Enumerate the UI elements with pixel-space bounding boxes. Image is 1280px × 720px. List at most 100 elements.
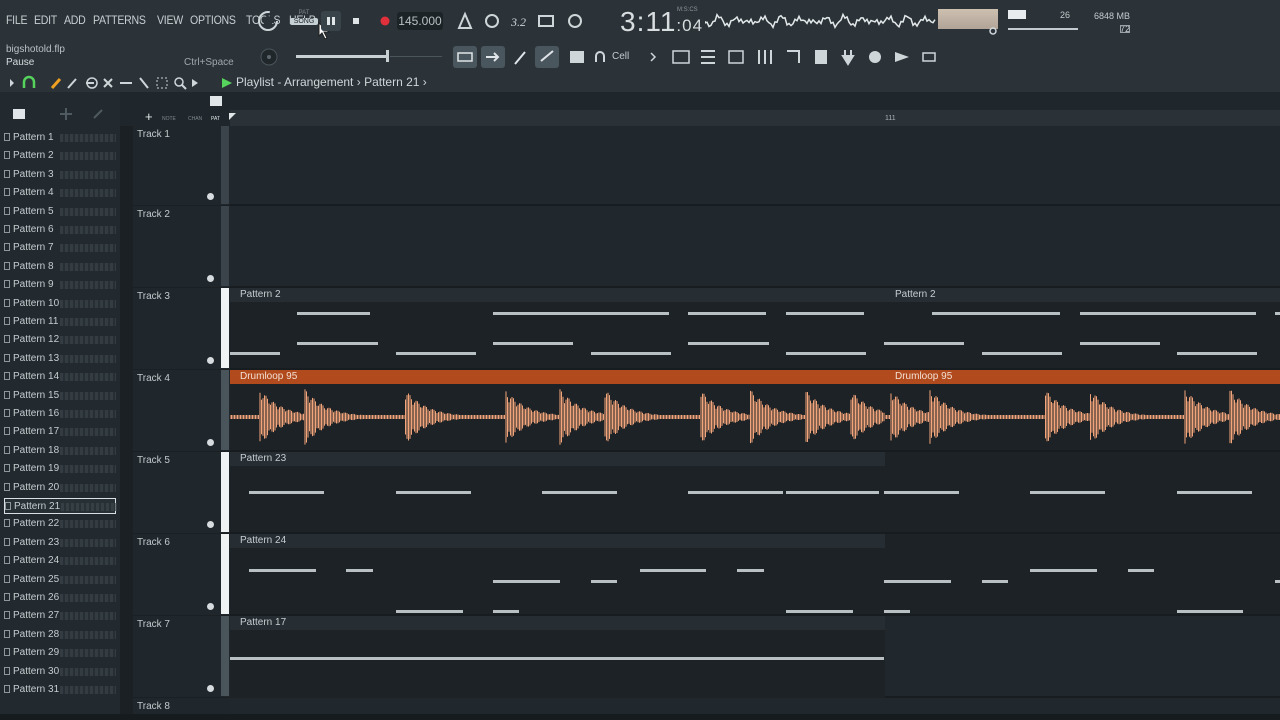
track-volume-bar[interactable] (221, 370, 229, 450)
loop-record-icon[interactable] (568, 14, 582, 28)
picker-scrollbar[interactable] (120, 126, 133, 720)
countdown-icon[interactable]: 3.2 (510, 15, 526, 29)
pattern-list-item[interactable]: Pattern 8 (4, 259, 116, 275)
pattern-list-item[interactable]: Pattern 16 (4, 406, 116, 422)
pattern-list-item[interactable]: Pattern 27 (4, 608, 116, 624)
menu-options[interactable]: OPTIONS (190, 13, 236, 27)
track-mute-led[interactable] (207, 275, 214, 282)
pattern-list-item[interactable]: Pattern 31 (4, 682, 116, 698)
wait-input-icon[interactable] (485, 14, 499, 28)
tab-chan[interactable]: CHAN (188, 116, 202, 122)
pattern-list-item[interactable]: Pattern 29 (4, 645, 116, 661)
track-header[interactable]: Track 1 (133, 126, 230, 206)
track-mute-led[interactable] (207, 439, 214, 446)
piano-roll-icon[interactable] (514, 51, 526, 65)
breadcrumb-view[interactable]: Playlist - Arrangement (236, 75, 353, 89)
track-volume-bar[interactable] (221, 126, 229, 204)
pattern-list-item[interactable]: Pattern 25 (4, 572, 116, 588)
master-volume-knob[interactable] (256, 9, 280, 33)
track-mute-led[interactable] (207, 603, 214, 610)
track-volume-bar[interactable] (221, 288, 229, 368)
track-header[interactable]: Track 5 (133, 452, 230, 534)
track-header[interactable]: Track 3 (133, 288, 230, 370)
snap-selector[interactable]: Cell (612, 51, 629, 62)
magnet-icon[interactable] (595, 51, 605, 62)
timeline-ruler[interactable]: 111 (229, 110, 1280, 126)
crosshair-icon[interactable] (60, 108, 72, 120)
track-lane[interactable] (230, 126, 1280, 206)
piano-icon[interactable] (13, 109, 25, 119)
select-tool-icon[interactable] (139, 77, 149, 89)
pattern-list-item[interactable]: Pattern 24 (4, 553, 116, 569)
browser-icon[interactable] (701, 50, 715, 64)
channel-rack-icon[interactable] (481, 46, 505, 68)
pattern-clip[interactable]: Pattern 2 (230, 288, 885, 368)
track-mute-led[interactable] (207, 193, 214, 200)
magnet-snap-icon[interactable] (22, 75, 36, 88)
playlist-icon[interactable] (453, 46, 477, 68)
arrow-right-icon[interactable] (650, 52, 657, 62)
add-track-button[interactable]: + (145, 109, 153, 124)
main-pitch-knob[interactable] (258, 46, 280, 68)
master-pitch-slider[interactable] (296, 55, 386, 58)
slider-handle[interactable] (386, 50, 389, 62)
mixer-icon[interactable] (672, 50, 690, 64)
playback-tool-icon[interactable] (192, 79, 198, 87)
stamp-icon[interactable] (570, 51, 584, 63)
pattern-list-item[interactable]: Pattern 18 (4, 443, 116, 459)
step-edit-icon[interactable] (538, 15, 554, 27)
pattern-list-item[interactable]: Pattern 5 (4, 204, 116, 220)
pattern-list-item[interactable]: Pattern 14 (4, 369, 116, 385)
tempo-display[interactable]: 145.000 (397, 12, 443, 30)
tab-note[interactable]: NOTE (162, 116, 176, 122)
pattern-list-item[interactable]: Pattern 9 (4, 277, 116, 293)
pattern-list-item[interactable]: Pattern 28 (4, 627, 116, 643)
track-mute-led[interactable] (207, 685, 214, 692)
slip-tool-icon[interactable] (103, 78, 113, 88)
track-volume-bar[interactable] (221, 452, 229, 532)
oscilloscope-monitor[interactable] (705, 6, 937, 36)
menu-add[interactable]: ADD (64, 13, 86, 27)
pattern-list-item[interactable]: Pattern 3 (4, 167, 116, 183)
pattern-list-item[interactable]: Pattern 2 (4, 148, 116, 164)
track-mute-led[interactable] (207, 521, 214, 528)
pattern-list-item[interactable]: Pattern 17 (4, 424, 116, 440)
track-header[interactable]: Track 2 (133, 206, 230, 288)
pattern-list-item[interactable]: Pattern 21 (4, 498, 117, 514)
pattern-list-item[interactable]: Pattern 23 (4, 535, 116, 551)
pattern-list-item[interactable]: Pattern 13 (4, 351, 116, 367)
draw-tool-icon[interactable] (50, 78, 62, 89)
pattern-list-item[interactable]: Pattern 4 (4, 185, 116, 201)
pattern-clip[interactable]: Pattern 24 (230, 534, 885, 614)
cart-icon[interactable] (922, 52, 936, 62)
track-lane[interactable] (230, 206, 1280, 288)
pattern-list-item[interactable]: Pattern 11 (4, 314, 116, 330)
audio-clip[interactable]: Drumloop 95 (885, 370, 1280, 450)
track-volume-bar[interactable] (221, 534, 229, 614)
menu-file[interactable]: FILE (6, 13, 28, 27)
marquee-tool-icon[interactable] (156, 77, 168, 89)
pattern-list-item[interactable]: Pattern 20 (4, 480, 116, 496)
list-icon[interactable] (728, 50, 744, 64)
pattern-list-item[interactable]: Pattern 19 (4, 461, 116, 477)
send-icon[interactable] (895, 52, 909, 62)
plug-icon[interactable] (841, 50, 855, 66)
pattern-list-item[interactable]: Pattern 22 (4, 516, 116, 532)
track-header[interactable]: Track 4 (133, 370, 230, 452)
pattern-list-item[interactable]: Pattern 12 (4, 332, 116, 348)
pat-song-toggle[interactable]: PAT SONG (290, 10, 318, 34)
pattern-list-item[interactable]: Pattern 1 (4, 130, 116, 146)
pattern-list-item[interactable]: Pattern 15 (4, 388, 116, 404)
route-icon[interactable] (787, 50, 800, 63)
pattern-list-item[interactable]: Pattern 30 (4, 664, 116, 680)
pattern-list-item[interactable]: Pattern 10 (4, 296, 116, 312)
pattern-list-item[interactable]: Pattern 26 (4, 590, 116, 606)
options-arrow-icon[interactable] (10, 79, 14, 87)
plug-small-icon[interactable] (93, 109, 103, 119)
playlist-play-icon[interactable] (220, 76, 234, 90)
record-button[interactable] (375, 11, 395, 31)
track-mute-led[interactable] (207, 357, 214, 364)
touch-icon[interactable] (869, 51, 881, 63)
tab-pat[interactable]: PAT (211, 116, 220, 122)
track-header[interactable]: Track 6 (133, 534, 230, 616)
